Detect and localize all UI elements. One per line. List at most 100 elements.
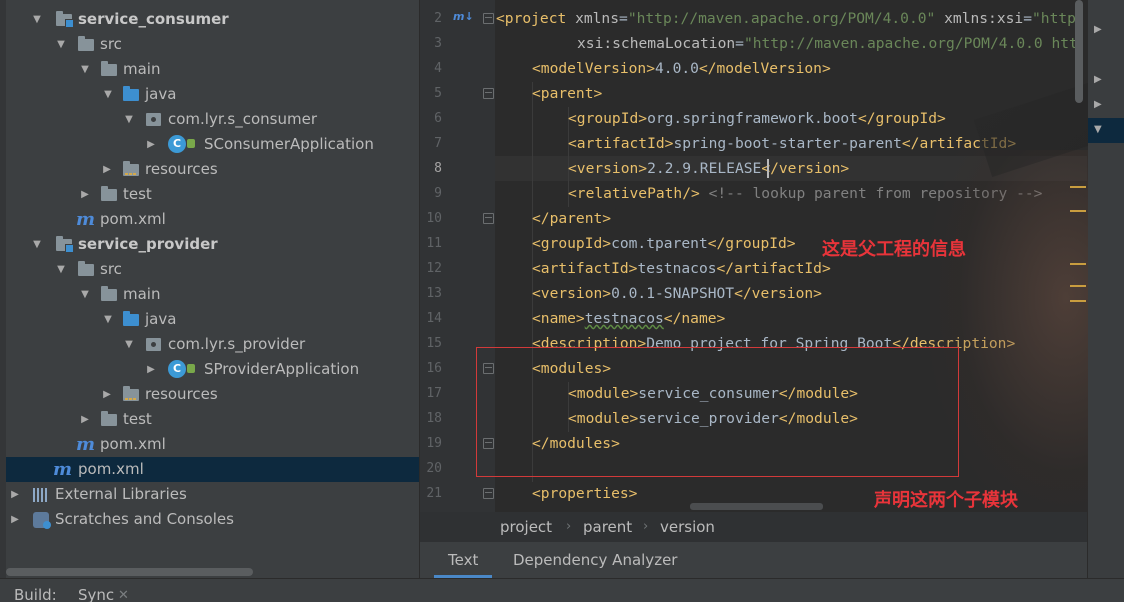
collapse-arrow-icon[interactable]: ▶ bbox=[78, 182, 92, 207]
expand-arrow-icon[interactable]: ▼ bbox=[54, 32, 68, 57]
collapse-arrow-icon[interactable]: ▶ bbox=[8, 482, 22, 507]
expand-arrow-icon[interactable]: ▼ bbox=[122, 332, 136, 357]
xml-attr-value: "http://maven.apache.org/POM/4.0.0" bbox=[627, 10, 936, 27]
tab-sync[interactable]: Sync bbox=[78, 586, 114, 602]
tree-item-java[interactable]: ▼ java bbox=[6, 82, 419, 107]
expand-arrow-icon[interactable]: ▼ bbox=[122, 107, 136, 132]
tree-item-label: pom.xml bbox=[78, 460, 144, 478]
tree-item-test[interactable]: ▶ test bbox=[6, 182, 419, 207]
breadcrumb: project › parent › version bbox=[420, 512, 1087, 542]
collapse-arrow-icon[interactable]: ▶ bbox=[1094, 24, 1108, 35]
tree-item-label: resources bbox=[145, 385, 218, 403]
expand-arrow-icon[interactable]: ▼ bbox=[30, 7, 44, 32]
folder-icon bbox=[101, 286, 117, 301]
tree-item-label: pom.xml bbox=[100, 210, 166, 228]
tree-item-src[interactable]: ▼ src bbox=[6, 32, 419, 57]
fold-toggle-icon[interactable] bbox=[483, 13, 494, 24]
warning-marker[interactable] bbox=[1070, 300, 1086, 302]
code-line-12: <artifactId>testnacos</artifactId> bbox=[532, 256, 831, 281]
line-number: 11 bbox=[426, 236, 442, 251]
collapse-arrow-icon[interactable]: ▶ bbox=[144, 132, 158, 157]
code-line-13: <version>0.0.1-SNAPSHOT</version> bbox=[532, 281, 822, 306]
expand-arrow-icon[interactable]: ▼ bbox=[30, 232, 44, 257]
line-number: 18 bbox=[426, 411, 442, 426]
tree-item-service-provider[interactable]: ▼ service_provider bbox=[6, 232, 419, 257]
xml-text: spring-boot-starter-parent bbox=[673, 135, 902, 152]
tree-item-label: com.lyr.s_provider bbox=[168, 335, 306, 353]
maven-gutter-icon[interactable]: m↓ bbox=[453, 10, 474, 23]
tree-item-label: main bbox=[123, 285, 161, 303]
xml-close-tag: </groupId> bbox=[707, 235, 796, 252]
tree-item-external-libraries[interactable]: ▶ External Libraries bbox=[6, 482, 419, 507]
fold-toggle-icon[interactable] bbox=[483, 88, 494, 99]
expand-arrow-icon[interactable]: ▼ bbox=[101, 307, 115, 332]
xml-text: org.springframework.boot bbox=[647, 110, 858, 127]
tree-item-service-consumer[interactable]: ▼ service_consumer bbox=[6, 7, 419, 32]
tree-item-src[interactable]: ▼ src bbox=[6, 257, 419, 282]
editor-vertical-scrollbar[interactable] bbox=[1075, 0, 1083, 103]
tab-text[interactable]: Text bbox=[434, 542, 493, 578]
tree-item-java[interactable]: ▼ java bbox=[6, 307, 419, 332]
code-line-11: <groupId>com.tparent</groupId> bbox=[532, 231, 796, 256]
collapse-arrow-icon[interactable]: ▶ bbox=[100, 382, 114, 407]
maven-icon: m bbox=[76, 209, 96, 230]
tree-item-resources[interactable]: ▶ resources bbox=[6, 382, 419, 407]
code-line-2: <project xmlns="http://maven.apache.org/… bbox=[496, 6, 1076, 31]
warning-marker[interactable] bbox=[1070, 263, 1086, 265]
tree-item-scratches[interactable]: ▶ Scratches and Consoles bbox=[6, 507, 419, 532]
tree-item-sconsumer-application[interactable]: ▶ C SConsumerApplication bbox=[6, 132, 419, 157]
breadcrumb-item-parent[interactable]: parent bbox=[583, 512, 632, 542]
tree-item-package-consumer[interactable]: ▼ com.lyr.s_consumer bbox=[6, 107, 419, 132]
spring-class-icon: C bbox=[168, 360, 186, 378]
warning-marker[interactable] bbox=[1070, 210, 1086, 212]
expand-arrow-icon[interactable]: ▼ bbox=[101, 82, 115, 107]
tree-item-sprovider-application[interactable]: ▶ C SProviderApplication bbox=[6, 357, 419, 382]
warning-marker[interactable] bbox=[1070, 285, 1086, 287]
line-number: 21 bbox=[426, 486, 442, 501]
scratches-icon bbox=[33, 512, 51, 529]
editor-horizontal-scrollbar[interactable] bbox=[690, 503, 823, 510]
collapse-arrow-icon[interactable]: ▶ bbox=[100, 157, 114, 182]
line-number: 20 bbox=[426, 461, 442, 476]
tree-item-test[interactable]: ▶ test bbox=[6, 407, 419, 432]
close-icon[interactable]: ✕ bbox=[118, 588, 129, 602]
tree-item-main[interactable]: ▼ main bbox=[6, 282, 419, 307]
tree-item-pom-consumer[interactable]: m pom.xml bbox=[6, 207, 419, 232]
tree-item-package-provider[interactable]: ▼ com.lyr.s_provider bbox=[6, 332, 419, 357]
xml-text: com.tparent bbox=[611, 235, 708, 252]
tree-item-pom-root[interactable]: m pom.xml bbox=[6, 457, 419, 482]
expand-arrow-icon[interactable]: ▼ bbox=[78, 282, 92, 307]
xml-close-tag: </artifactId> bbox=[901, 135, 1017, 152]
collapse-arrow-icon[interactable]: ▶ bbox=[144, 357, 158, 382]
warning-marker[interactable] bbox=[1070, 186, 1086, 188]
tree-item-label: service_provider bbox=[78, 235, 218, 253]
tree-horizontal-scrollbar[interactable] bbox=[6, 568, 253, 576]
collapse-arrow-icon[interactable]: ▶ bbox=[78, 407, 92, 432]
collapse-arrow-icon[interactable]: ▶ bbox=[8, 507, 22, 532]
tree-item-label: com.lyr.s_consumer bbox=[168, 110, 317, 128]
fold-toggle-icon[interactable] bbox=[483, 488, 494, 499]
breadcrumb-item-version[interactable]: version bbox=[660, 512, 715, 542]
resources-folder-icon bbox=[123, 161, 139, 176]
collapse-arrow-icon[interactable]: ▶ bbox=[1094, 74, 1108, 85]
expand-arrow-icon[interactable]: ▼ bbox=[78, 57, 92, 82]
code-line-5: <parent> bbox=[532, 81, 602, 106]
collapse-arrow-icon[interactable]: ▶ bbox=[1094, 99, 1108, 110]
tree-item-resources[interactable]: ▶ resources bbox=[6, 157, 419, 182]
tab-dependency-analyzer[interactable]: Dependency Analyzer bbox=[499, 542, 691, 578]
tab-label: Text bbox=[448, 551, 479, 569]
xml-open-tag: <groupId> bbox=[532, 235, 612, 252]
line-number-current: 8 bbox=[434, 161, 442, 176]
xml-open-tag: <parent> bbox=[532, 85, 603, 102]
tree-item-pom-provider[interactable]: m pom.xml bbox=[6, 432, 419, 457]
breadcrumb-item-project[interactable]: project bbox=[500, 512, 552, 542]
fold-toggle-icon[interactable] bbox=[483, 213, 494, 224]
code-line-3: xsi:schemaLocation="http://maven.apache.… bbox=[577, 31, 1078, 56]
expand-arrow-icon[interactable]: ▼ bbox=[54, 257, 68, 282]
tree-item-main[interactable]: ▼ main bbox=[6, 57, 419, 82]
project-tree-panel: ▼ service_consumer ▼ src ▼ main ▼ java ▼… bbox=[0, 0, 419, 578]
expand-arrow-icon[interactable]: ▼ bbox=[1094, 124, 1108, 135]
line-number: 19 bbox=[426, 436, 442, 451]
line-number: 4 bbox=[434, 61, 442, 76]
tree-item-label: main bbox=[123, 60, 161, 78]
